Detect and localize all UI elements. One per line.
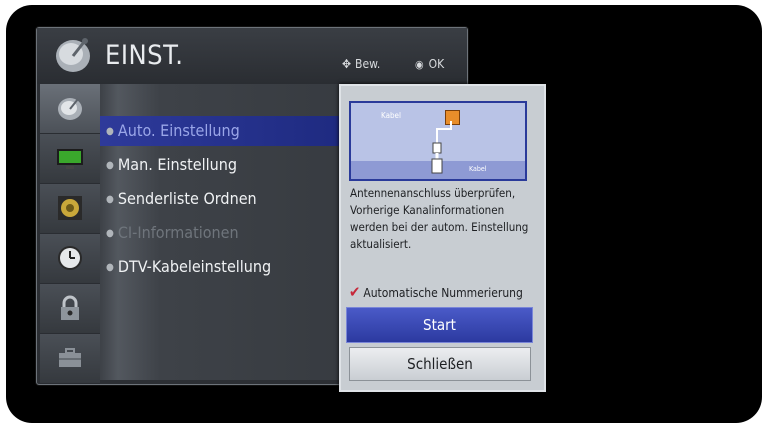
satellite-dish-icon: [58, 98, 82, 120]
category-picture[interactable]: [40, 134, 100, 184]
auto-setup-dialog: Kabel Kabel Antennenanschluss überprüfen…: [339, 84, 546, 392]
move-hint: ✥ Bew.: [342, 57, 380, 71]
menu-item-label: Senderliste Ordnen: [117, 189, 257, 208]
menu-item-dtv-cable-setup[interactable]: ● DTV-Kabeleinstellung: [106, 252, 271, 282]
menu-header: EINST. ✥ Bew. ◉ OK: [37, 28, 467, 84]
category-sidebar: [40, 84, 100, 384]
menu-title: EINST.: [105, 40, 184, 71]
clock-icon: [58, 246, 82, 270]
menu-item-channel-edit[interactable]: ● Senderliste Ordnen: [106, 184, 257, 214]
category-channel-setup[interactable]: [40, 84, 100, 134]
category-time[interactable]: [40, 234, 100, 284]
menu-item-label: DTV-Kabeleinstellung: [117, 257, 272, 276]
menu-item-manual-setup[interactable]: ● Man. Einstellung: [106, 150, 237, 180]
ok-hint-label: OK: [428, 57, 445, 71]
menu-item-auto-setup[interactable]: ● Auto. Einstellung: [100, 116, 346, 146]
menu-item-ci-info: ● CI-Informationen: [106, 218, 239, 248]
lock-icon: [61, 295, 79, 320]
dialog-description: Antennenanschluss überprüfen, Vorherige …: [350, 186, 529, 251]
illustration-label-bottom: Kabel: [469, 165, 487, 173]
ok-hint: ◉ OK: [415, 57, 444, 71]
cable-plug-icon: [431, 121, 452, 174]
bullet-icon: ●: [106, 159, 114, 171]
auto-numbering-checkbox[interactable]: ✔ Automatische Nummerierung: [349, 283, 523, 301]
close-button[interactable]: Schließen: [349, 347, 531, 381]
menu-item-label: CI-Informationen: [117, 223, 239, 242]
start-button[interactable]: Start: [346, 307, 533, 343]
satellite-dish-icon: [56, 38, 90, 72]
auto-numbering-label: Automatische Nummerierung: [363, 286, 523, 300]
bullet-icon: ●: [106, 261, 114, 273]
category-options[interactable]: [40, 334, 100, 384]
move-hint-label: Bew.: [355, 57, 381, 71]
category-audio[interactable]: [40, 184, 100, 234]
category-lock[interactable]: [40, 284, 100, 334]
bullet-icon: ●: [106, 227, 114, 239]
monitor-icon: [57, 149, 83, 169]
tv-screen: EINST. ✥ Bew. ◉ OK ● Auto. Einstellung ●…: [6, 5, 762, 423]
illustration-label-top: Kabel: [381, 111, 401, 120]
ok-button-icon: ◉: [415, 58, 424, 71]
menu-item-label: Auto. Einstellung: [117, 121, 240, 140]
toolbox-icon: [59, 348, 81, 367]
speaker-icon: [58, 196, 82, 220]
dpad-icon: ✥: [342, 57, 352, 71]
bullet-icon: ●: [106, 193, 114, 205]
cable-connection-illustration: Kabel Kabel: [349, 101, 527, 181]
bullet-icon: ●: [106, 125, 114, 137]
checkmark-icon: ✔: [349, 283, 361, 301]
menu-item-label: Man. Einstellung: [117, 155, 237, 174]
